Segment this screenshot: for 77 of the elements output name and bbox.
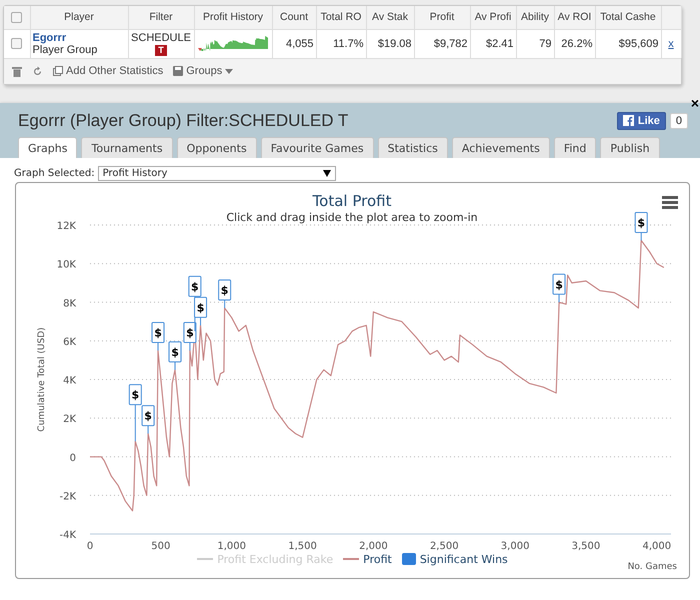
player-type: Player Group xyxy=(32,44,98,56)
copy-icon xyxy=(53,66,63,76)
like-count: 0 xyxy=(670,112,688,128)
tab[interactable]: Achievements xyxy=(452,136,550,158)
y-axis-label: 6K xyxy=(63,336,76,348)
x-axis-label: 4,000 xyxy=(642,540,672,552)
like-button[interactable]: Like xyxy=(616,112,666,130)
column-header[interactable]: Profit History xyxy=(194,6,272,29)
annotation: $ xyxy=(171,345,179,358)
x-axis-label: 0 xyxy=(86,540,94,552)
y-axis-label: 12K xyxy=(56,220,76,232)
significant-win-flag[interactable]: $ xyxy=(128,384,142,442)
x-axis-title: No. Games xyxy=(628,562,677,572)
annotation: $ xyxy=(555,278,563,291)
menu-icon[interactable] xyxy=(662,196,678,208)
y-axis-label: -2K xyxy=(59,490,76,502)
panel-title: Egorrr (Player Group) Filter:SCHEDULED T xyxy=(18,110,348,130)
refresh-icon[interactable] xyxy=(32,66,43,76)
x-axis-label: 1,500 xyxy=(288,540,317,552)
player-link[interactable]: Egorrr xyxy=(32,32,126,44)
column-header[interactable]: Total RO xyxy=(316,6,366,29)
tab[interactable]: Opponents xyxy=(176,136,257,158)
annotation: $ xyxy=(196,300,204,314)
annotation: $ xyxy=(191,280,199,293)
y-axis-label: 4K xyxy=(63,375,76,386)
y-axis-label: 10K xyxy=(56,259,76,270)
select-all-checkbox[interactable] xyxy=(11,12,22,23)
graph-select[interactable]: Profit History xyxy=(98,166,336,180)
column-header[interactable]: Av Stak xyxy=(366,6,414,29)
x-axis-label: 3,000 xyxy=(500,540,530,552)
y-axis-label: -4K xyxy=(59,530,76,540)
column-header[interactable]: Total Cashe xyxy=(595,6,661,29)
filter-badge: T xyxy=(155,44,167,56)
legend-label[interactable]: Significant Wins xyxy=(420,552,508,566)
remove-link[interactable]: x xyxy=(668,38,674,50)
sparkline-chart xyxy=(198,33,268,51)
tab[interactable]: Graphs xyxy=(18,136,78,158)
y-axis-title: Cumulative Total (USD) xyxy=(37,326,47,432)
column-header[interactable]: Av Profi xyxy=(470,6,516,29)
filter-name: SCHEDULE xyxy=(130,32,192,44)
column-header[interactable]: Filter xyxy=(128,6,194,29)
facebook-icon xyxy=(622,115,634,126)
tab[interactable]: Statistics xyxy=(378,136,448,158)
chart-subtitle: Click and drag inside the plot area to zoom-in xyxy=(226,210,478,224)
tab[interactable]: Publish xyxy=(600,136,660,158)
x-axis-label: 1,000 xyxy=(217,540,246,552)
legend-line-icon xyxy=(343,558,360,560)
annotation: $ xyxy=(637,216,646,229)
y-axis-label: 8K xyxy=(63,298,76,309)
close-button[interactable]: × xyxy=(690,96,699,108)
x-axis-label: 2,000 xyxy=(359,540,388,552)
row-checkbox[interactable] xyxy=(11,38,22,50)
caret-icon xyxy=(225,68,234,74)
tab[interactable]: Find xyxy=(554,136,596,158)
column-header[interactable]: Av ROI xyxy=(554,6,595,29)
x-axis-label: 3,500 xyxy=(572,540,600,552)
tab[interactable]: Tournaments xyxy=(81,136,173,158)
x-axis-label: 500 xyxy=(151,540,170,552)
annotation: $ xyxy=(132,388,140,402)
tab[interactable]: Favourite Games xyxy=(260,136,374,158)
add-statistics-button[interactable]: Add Other Statistics xyxy=(53,65,164,77)
trash-icon[interactable] xyxy=(12,66,22,76)
chart-title: Total Profit xyxy=(312,192,392,210)
column-header[interactable]: Profit xyxy=(414,6,470,29)
column-header[interactable]: Count xyxy=(272,6,316,29)
column-header[interactable]: Player xyxy=(30,6,128,29)
annotation: $ xyxy=(144,409,152,422)
x-axis-label: 2,500 xyxy=(430,540,459,552)
graph-select-label: Graph Selected: xyxy=(14,168,95,178)
y-axis-label: 2K xyxy=(63,414,76,425)
caret-icon xyxy=(322,170,331,176)
column-header[interactable]: Ability xyxy=(516,6,554,29)
annotation: $ xyxy=(220,284,228,297)
groups-dropdown[interactable]: Groups xyxy=(173,65,234,77)
annotation: $ xyxy=(154,326,162,340)
legend-label[interactable]: Profit xyxy=(363,552,392,566)
y-axis-label: 0 xyxy=(70,452,76,464)
